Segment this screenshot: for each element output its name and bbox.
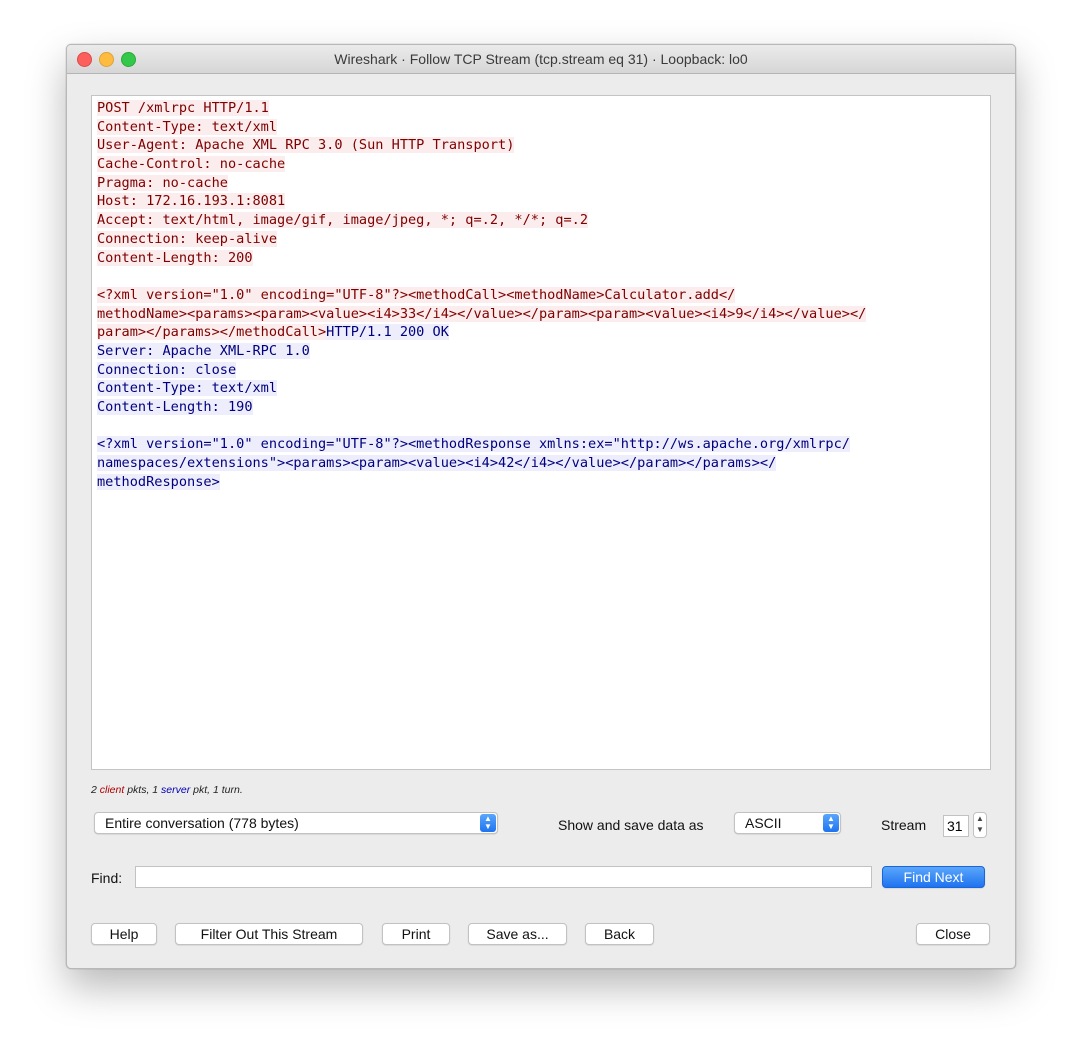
- stream-label: Stream: [881, 817, 927, 833]
- summary-tail: pkt, 1 turn.: [190, 784, 243, 796]
- up-down-chevron-icon: ▲ ▼: [823, 814, 839, 832]
- window-title: Wireshark · Follow TCP Stream (tcp.strea…: [334, 51, 748, 67]
- stream-line: methodName><params><param><value><i4>33<…: [97, 305, 985, 324]
- stream-line: Connection: close: [97, 361, 985, 380]
- up-down-chevron-icon: ▲ ▼: [480, 814, 496, 832]
- server-data: <?xml version="1.0" encoding="UTF-8"?><m…: [97, 436, 850, 453]
- server-data: Content-Type: text/xml: [97, 380, 278, 397]
- client-data: <?xml version="1.0" encoding="UTF-8"?><m…: [97, 286, 736, 303]
- conversation-select-value: Entire conversation (778 bytes): [105, 815, 299, 831]
- stream-number-field[interactable]: 31: [943, 815, 969, 837]
- server-label: server: [161, 784, 191, 796]
- server-data: HTTP/1.1 200 OK: [326, 324, 449, 341]
- help-button[interactable]: Help: [91, 923, 157, 945]
- client-packet-count: 2: [91, 784, 97, 796]
- server-data: methodResponse>: [97, 473, 220, 490]
- summary-middle: pkts, 1: [124, 784, 162, 796]
- client-data: Accept: text/html, image/gif, image/jpeg…: [97, 212, 589, 229]
- server-data: Content-Length: 190: [97, 399, 253, 415]
- client-data: Content-Type: text/xml: [97, 118, 278, 135]
- stream-line: namespaces/extensions"><params><param><v…: [97, 454, 985, 473]
- save-as-button[interactable]: Save as...: [468, 923, 567, 945]
- close-button[interactable]: Close: [916, 923, 990, 945]
- stream-line: Server: Apache XML-RPC 1.0: [97, 342, 985, 361]
- stream-line: Host: 172.16.193.1:8081: [97, 192, 985, 211]
- stream-line: Connection: keep-alive: [97, 230, 985, 249]
- title-bar[interactable]: Wireshark · Follow TCP Stream (tcp.strea…: [67, 45, 1015, 74]
- client-data: Content-Length: 200: [97, 249, 253, 266]
- stream-line: Pragma: no-cache: [97, 174, 985, 193]
- follow-tcp-stream-window: Wireshark · Follow TCP Stream (tcp.strea…: [66, 44, 1016, 969]
- stream-line: [97, 417, 985, 436]
- stream-line: POST /xmlrpc HTTP/1.1: [97, 99, 985, 118]
- stream-line: Content-Length: 200: [97, 249, 985, 268]
- find-next-button[interactable]: Find Next: [882, 866, 985, 888]
- show-as-select-value: ASCII: [745, 815, 782, 831]
- client-data: Host: 172.16.193.1:8081: [97, 193, 286, 210]
- client-data: User-Agent: Apache XML RPC 3.0 (Sun HTTP…: [97, 137, 515, 154]
- conversation-select[interactable]: Entire conversation (778 bytes) ▲ ▼: [94, 812, 498, 834]
- stream-line: Content-Type: text/xml: [97, 118, 985, 137]
- client-label: client: [99, 784, 125, 796]
- back-button[interactable]: Back: [585, 923, 654, 945]
- client-data: param></params></methodCall>: [97, 324, 327, 341]
- client-data: methodName><params><param><value><i4>33<…: [97, 305, 867, 322]
- client-data: Pragma: no-cache: [97, 174, 228, 191]
- print-button[interactable]: Print: [382, 923, 450, 945]
- client-data: Cache-Control: no-cache: [97, 156, 286, 173]
- stream-line: Cache-Control: no-cache: [97, 155, 985, 174]
- stream-line: Content-Type: text/xml: [97, 379, 985, 398]
- stream-content-area[interactable]: POST /xmlrpc HTTP/1.1 Content-Type: text/…: [91, 95, 991, 770]
- client-data: POST /xmlrpc HTTP/1.1: [97, 100, 269, 116]
- packet-summary: 2 client pkts, 1 server pkt, 1 turn.: [91, 784, 243, 796]
- stream-line: Content-Length: 190: [97, 398, 985, 417]
- stream-line: User-Agent: Apache XML RPC 3.0 (Sun HTTP…: [97, 136, 985, 155]
- stream-line: param></params></methodCall>HTTP/1.1 200…: [97, 323, 985, 342]
- server-data: Server: Apache XML-RPC 1.0: [97, 342, 310, 359]
- find-input[interactable]: [135, 866, 872, 888]
- show-as-select[interactable]: ASCII ▲ ▼: [734, 812, 841, 834]
- filter-out-stream-button[interactable]: Filter Out This Stream: [175, 923, 363, 945]
- stream-line: Accept: text/html, image/gif, image/jpeg…: [97, 211, 985, 230]
- show-as-label: Show and save data as: [558, 817, 704, 833]
- stream-line: <?xml version="1.0" encoding="UTF-8"?><m…: [97, 435, 985, 454]
- stream-line: [97, 267, 985, 286]
- server-data: Connection: close: [97, 361, 237, 378]
- server-data: namespaces/extensions"><params><param><v…: [97, 455, 777, 472]
- find-label: Find:: [91, 870, 123, 886]
- client-data: Connection: keep-alive: [97, 230, 278, 247]
- stepper-icon[interactable]: ▲ ▼: [973, 812, 987, 838]
- stream-line: methodResponse>: [97, 473, 985, 492]
- stream-line: <?xml version="1.0" encoding="UTF-8"?><m…: [97, 286, 985, 305]
